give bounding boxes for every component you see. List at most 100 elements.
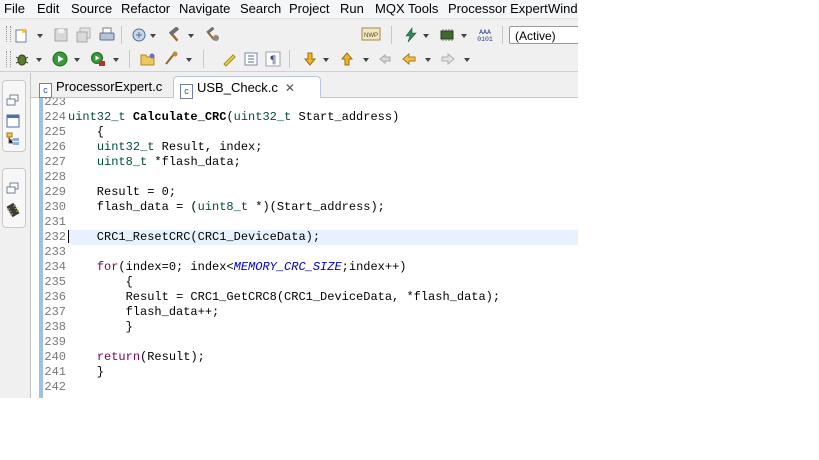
code-line[interactable]: CRC1_ResetCRC(CRC1_DeviceData); (68, 230, 578, 245)
save-all-icon[interactable] (76, 27, 92, 43)
menu-refactor[interactable]: Refactor (121, 1, 170, 16)
memory-chip-icon[interactable] (439, 27, 455, 43)
line-number: 230 (44, 200, 66, 214)
line-number: 238 (44, 320, 66, 334)
forward-arrow-icon[interactable] (440, 51, 456, 67)
last-edit-location-icon[interactable] (377, 51, 393, 67)
flash-lightning-icon[interactable] (403, 27, 419, 43)
new-icon[interactable] (14, 27, 30, 43)
code-editor: c ProcessorExpert.c c USB_Check.c ✕ 223 224… (30, 73, 578, 398)
debug-dropdown-arrow[interactable] (36, 58, 42, 62)
project-explorer-icon[interactable] (6, 114, 20, 128)
code-line[interactable]: uint32_t Result, index; (68, 140, 578, 155)
code-line[interactable]: flash_data++; (68, 305, 578, 320)
code-line[interactable] (68, 170, 578, 185)
nwp-icon[interactable]: NWP (361, 25, 381, 43)
highlight-pen-icon[interactable] (221, 51, 237, 67)
debug-bug-icon[interactable] (14, 51, 30, 67)
code-line[interactable]: return(Result); (68, 350, 578, 365)
menu-processor-expert[interactable]: Processor Expert (448, 1, 548, 16)
code-line[interactable]: Result = 0; (68, 185, 578, 200)
toggle-block-icon[interactable] (243, 51, 259, 67)
tab-processorexpert-c[interactable]: c ProcessorExpert.c (33, 76, 173, 98)
code-line[interactable]: uint8_t *flash_data; (68, 155, 578, 170)
code-line[interactable]: } (68, 365, 578, 380)
open-folder-icon[interactable] (140, 51, 156, 67)
code-line[interactable]: { (68, 275, 578, 290)
menu-navigate[interactable]: Navigate (179, 1, 230, 16)
print-icon[interactable] (99, 27, 115, 43)
line-number: 241 (44, 365, 66, 379)
code-line[interactable]: for(index=0; index<MEMORY_CRC_SIZE;index… (68, 260, 578, 275)
run-icon[interactable] (52, 51, 68, 67)
trim-group-bottom (2, 168, 26, 228)
overview-ruler (39, 98, 43, 398)
code-area[interactable]: 223 224 225 226 227 228 229 230 231 232 … (31, 98, 578, 398)
line-number: 229 (44, 185, 66, 199)
outline-tree-icon[interactable] (6, 132, 20, 146)
menu-source[interactable]: Source (71, 1, 112, 16)
line-number: 223 (44, 98, 66, 109)
code-line[interactable] (68, 335, 578, 350)
toolbar-grip[interactable] (6, 51, 11, 67)
previous-annotation-icon[interactable] (339, 51, 355, 67)
code-line[interactable]: } (68, 320, 578, 335)
code-line[interactable]: Result = CRC1_GetCRC8(CRC1_DeviceData, *… (68, 290, 578, 305)
forward-dropdown-arrow[interactable] (464, 58, 470, 62)
restore-view-icon[interactable] (6, 182, 20, 196)
tab-usb-check-c[interactable]: c USB_Check.c ✕ (173, 76, 321, 99)
new-dropdown-arrow[interactable] (37, 34, 43, 38)
toolbar-separator (502, 26, 503, 44)
memory-dropdown-arrow[interactable] (461, 34, 467, 38)
toolbar-separator (289, 50, 290, 68)
binary-file-icon[interactable]: AAA0101 (475, 26, 495, 44)
build-hammer-icon[interactable] (166, 27, 182, 43)
menu-mqx-tools[interactable]: MQX Tools (375, 1, 438, 16)
toolbar-separator (391, 26, 392, 44)
code-line[interactable]: { (68, 125, 578, 140)
build-dropdown-arrow[interactable] (188, 34, 194, 38)
toolbar-separator (203, 50, 204, 68)
code-line[interactable] (68, 380, 578, 395)
toolbar-separator (121, 26, 122, 44)
menu-project[interactable]: Project (289, 1, 329, 16)
code-text[interactable]: uint32_t Calculate_CRC(uint32_t Start_ad… (68, 98, 578, 395)
line-number: 242 (44, 380, 66, 394)
save-icon[interactable] (53, 27, 69, 43)
open-element-icon[interactable] (163, 51, 179, 67)
previous-annotation-dropdown-arrow[interactable] (363, 58, 369, 62)
run-dropdown-arrow[interactable] (74, 58, 80, 62)
menu-search[interactable]: Search (240, 1, 281, 16)
debug-target-dropdown-arrow[interactable] (150, 34, 156, 38)
build-all-icon[interactable] (204, 27, 220, 43)
external-tools-icon[interactable] (90, 51, 106, 67)
next-annotation-dropdown-arrow[interactable] (323, 58, 329, 62)
build-configuration-combo[interactable]: (Active) (509, 26, 578, 44)
code-line[interactable] (68, 245, 578, 260)
eclipse-window: File Edit Source Refactor Navigate Searc… (0, 0, 578, 398)
open-element-dropdown-arrow[interactable] (186, 58, 192, 62)
menu-file[interactable]: File (4, 1, 25, 16)
back-dropdown-arrow[interactable] (425, 58, 431, 62)
back-arrow-icon[interactable] (401, 51, 417, 67)
flash-dropdown-arrow[interactable] (423, 34, 429, 38)
restore-view-icon[interactable] (6, 94, 20, 108)
code-line[interactable]: flash_data = (uint8_t *)(Start_address); (68, 200, 578, 215)
debug-target-icon[interactable] (131, 27, 147, 43)
code-line[interactable] (68, 215, 578, 230)
line-number: 227 (44, 155, 66, 169)
menu-edit[interactable]: Edit (37, 1, 59, 16)
toolbar-grip[interactable] (6, 26, 11, 42)
next-annotation-icon[interactable] (302, 51, 318, 67)
line-number: 237 (44, 305, 66, 319)
component-chip-icon[interactable] (6, 203, 20, 217)
menu-window[interactable]: Windo (548, 1, 578, 16)
close-tab-icon[interactable]: ✕ (285, 78, 295, 99)
menu-run[interactable]: Run (340, 1, 364, 16)
external-tools-dropdown-arrow[interactable] (113, 58, 119, 62)
code-line[interactable] (68, 98, 578, 110)
code-line[interactable]: uint32_t Calculate_CRC(uint32_t Start_ad… (68, 110, 578, 125)
show-whitespace-icon[interactable]: ¶ (265, 51, 281, 67)
editor-tab-bar: c ProcessorExpert.c c USB_Check.c ✕ (31, 73, 578, 99)
line-number: 239 (44, 335, 66, 349)
